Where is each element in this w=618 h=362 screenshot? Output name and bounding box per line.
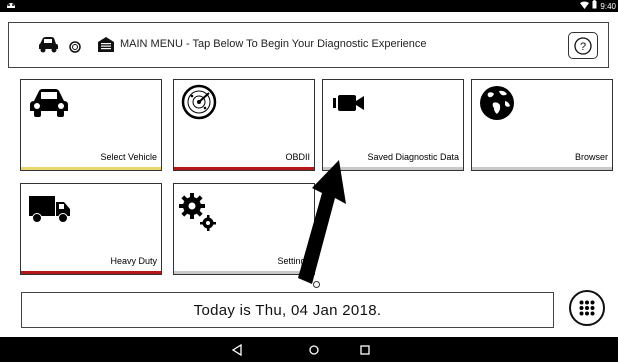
garage-icon [98, 37, 114, 57]
apps-grid-icon [579, 300, 595, 316]
tile-select-vehicle[interactable]: Select Vehicle [20, 79, 162, 171]
globe-icon [479, 85, 515, 126]
tile-label: Select Vehicle [100, 152, 157, 162]
status-bar: 9:40 [0, 0, 618, 12]
date-display: Today is Thu, 04 Jan 2018. [21, 292, 554, 328]
tile-accent-bar [21, 167, 161, 170]
truck-icon [29, 196, 71, 229]
tile-label: Heavy Duty [110, 256, 157, 266]
tile-browser[interactable]: Browser [471, 79, 613, 171]
car-icon [29, 88, 69, 123]
video-camera-icon [333, 94, 365, 117]
radar-gauge-icon [181, 84, 217, 125]
tire-icon [69, 40, 81, 58]
tile-label: Saved Diagnostic Data [367, 152, 459, 162]
tile-saved-diagnostic-data[interactable]: Saved Diagnostic Data [322, 79, 464, 171]
drag-handle[interactable] [313, 281, 320, 288]
tile-accent-bar [472, 167, 612, 170]
app-notification-icon [6, 2, 16, 14]
recents-icon[interactable] [359, 343, 371, 361]
svg-text:?: ? [580, 41, 586, 53]
tile-accent-bar [21, 271, 161, 274]
tile-label: Browser [574, 152, 608, 162]
battery-icon [592, 0, 597, 13]
page-title: MAIN MENU - Tap Below To Begin Your Diag… [120, 38, 427, 50]
navigation-bar [0, 337, 618, 362]
date-text: Today is Thu, 04 Jan 2018. [193, 301, 382, 319]
wifi-icon [580, 1, 590, 13]
gears-icon [178, 192, 218, 237]
tile-heavy-duty[interactable]: Heavy Duty [20, 183, 162, 275]
home-icon[interactable] [308, 343, 320, 361]
help-icon: ? [574, 36, 592, 55]
back-icon[interactable] [231, 343, 243, 361]
car-icon [37, 36, 59, 59]
main-menu-header: MAIN MENU - Tap Below To Begin Your Diag… [8, 22, 609, 68]
tile-obdii[interactable]: OBDII [173, 79, 315, 171]
pointer-arrow-icon [298, 160, 346, 284]
apps-button[interactable] [569, 290, 605, 326]
help-button[interactable]: ? [568, 32, 598, 59]
clock: 9:40 [600, 1, 616, 11]
